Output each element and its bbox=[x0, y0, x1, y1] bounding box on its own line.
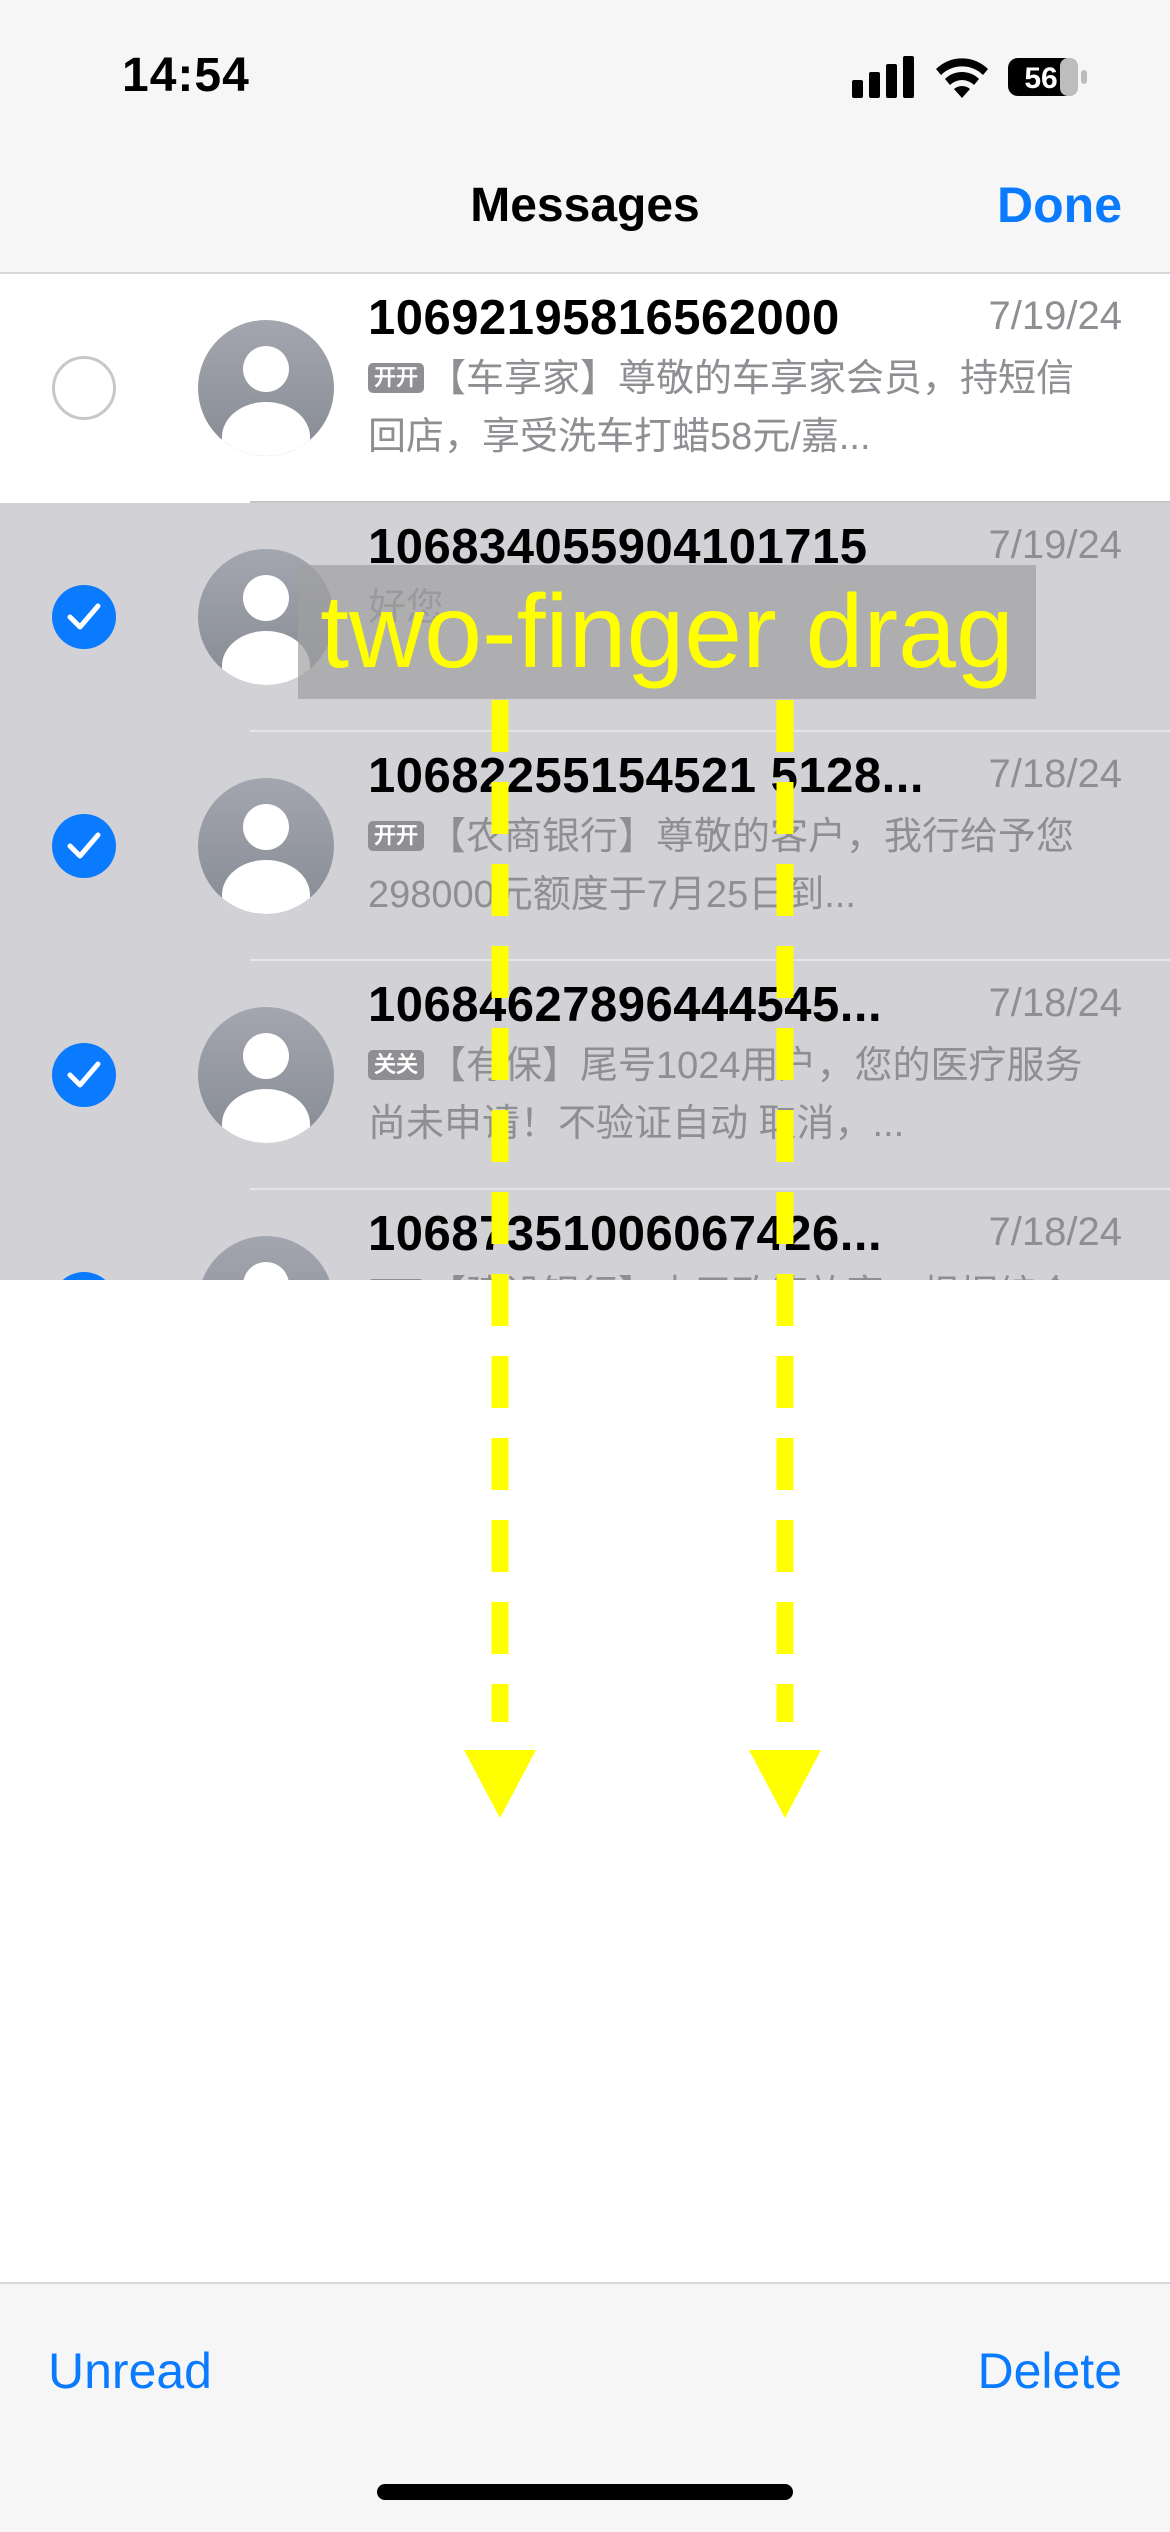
checkmark-circle-icon[interactable] bbox=[52, 1272, 116, 1280]
message-sender: 10684627896444545... bbox=[368, 978, 883, 1032]
home-indicator[interactable] bbox=[377, 2484, 793, 2500]
gesture-label: two-finger drag bbox=[298, 565, 1036, 699]
message-preview-text: 【有保】尾号1024用户，您的医疗服务尚未申请！不验证自动 取消，... bbox=[368, 1045, 1083, 1145]
message-preview: 开开【建设银行】由于政策放宽，根据综合评估给您授予一笔398000元... bbox=[368, 1266, 1108, 1280]
drag-arrow-left-head bbox=[464, 1750, 536, 1818]
message-date: 7/18/24 bbox=[988, 752, 1122, 796]
empty-circle-icon[interactable] bbox=[52, 356, 116, 420]
status-time: 14:54 bbox=[122, 49, 250, 102]
bottom-toolbar: Unread Delete bbox=[0, 2282, 1170, 2532]
battery-icon: 56 bbox=[1008, 58, 1087, 96]
message-row[interactable]: 10684627896444545... 7/18/24 关关 【有保】尾号1024用… bbox=[0, 961, 1170, 1190]
navigation-bar: Messages Done bbox=[0, 140, 1170, 274]
message-sender: 10687351006067426... bbox=[368, 1207, 883, 1261]
message-date: 7/18/24 bbox=[988, 1210, 1122, 1254]
phone-screen: 14:54 56 Messages Done 10692195816562000… bbox=[0, 0, 1170, 2532]
message-preview: 关关 【有保】尾号1024用户，您的医疗服务尚未申请！不验证自动 取消，... bbox=[368, 1037, 1108, 1153]
contact-avatar-icon bbox=[198, 778, 334, 914]
status-bar: 14:54 56 bbox=[0, 0, 1170, 140]
sim-badge: 开开 bbox=[368, 821, 425, 851]
battery-level: 56 bbox=[1024, 62, 1057, 95]
delete-button[interactable]: Delete bbox=[977, 2342, 1122, 2400]
sim-badge: 开开 bbox=[368, 363, 425, 393]
contact-avatar-icon bbox=[198, 1007, 334, 1143]
message-preview-text: 【农商银行】尊敬的客户，我行给予您298000元额度于7月25日到... bbox=[368, 816, 1075, 916]
message-date: 7/19/24 bbox=[988, 294, 1122, 338]
sim-badge: 开开 bbox=[368, 1279, 425, 1280]
contact-avatar-icon bbox=[198, 1236, 334, 1280]
done-button[interactable]: Done bbox=[997, 176, 1122, 234]
mark-unread-button[interactable]: Unread bbox=[48, 2342, 212, 2400]
contact-avatar-icon bbox=[198, 320, 334, 456]
message-row[interactable]: 10687351006067426... 7/18/24 开开【建设银行】由于政策放… bbox=[0, 1190, 1170, 1280]
message-sender: 10682255154521 5128... bbox=[368, 749, 924, 803]
message-list[interactable]: 10692195816562000 7/19/24 开开 【车享家】尊敬的车享家会员，… bbox=[0, 274, 1170, 1280]
message-date: 7/19/24 bbox=[988, 523, 1122, 567]
message-row[interactable]: 10692195816562000 7/19/24 开开 【车享家】尊敬的车享家会员，… bbox=[0, 274, 1170, 503]
message-preview: 开开 【农商银行】尊敬的客户，我行给予您298000元额度于7月25日到... bbox=[368, 808, 1108, 924]
message-row[interactable]: 10682255154521 5128... 7/18/24 开开 【农商银行】尊敬的… bbox=[0, 732, 1170, 961]
message-preview: 开开 【车享家】尊敬的车享家会员，持短信回店，享受洗车打蜡58元/嘉... bbox=[368, 350, 1108, 466]
checkmark-circle-icon[interactable] bbox=[52, 585, 116, 649]
message-preview-text: 【建设银行】由于政策放宽，根据综合评估给您授予一笔398000元... bbox=[368, 1274, 1074, 1280]
message-preview-text: 【车享家】尊敬的车享家会员，持短信回店，享受洗车打蜡58元/嘉... bbox=[368, 358, 1075, 458]
sim-badge: 关关 bbox=[368, 1050, 425, 1080]
page-title: Messages bbox=[470, 179, 700, 232]
cellular-signal-icon bbox=[852, 56, 914, 98]
drag-arrow-right-head bbox=[749, 1750, 821, 1818]
message-sender: 10692195816562000 bbox=[368, 291, 840, 345]
message-date: 7/18/24 bbox=[988, 981, 1122, 1025]
checkmark-circle-icon[interactable] bbox=[52, 814, 116, 878]
wifi-icon bbox=[936, 58, 988, 98]
checkmark-circle-icon[interactable] bbox=[52, 1043, 116, 1107]
